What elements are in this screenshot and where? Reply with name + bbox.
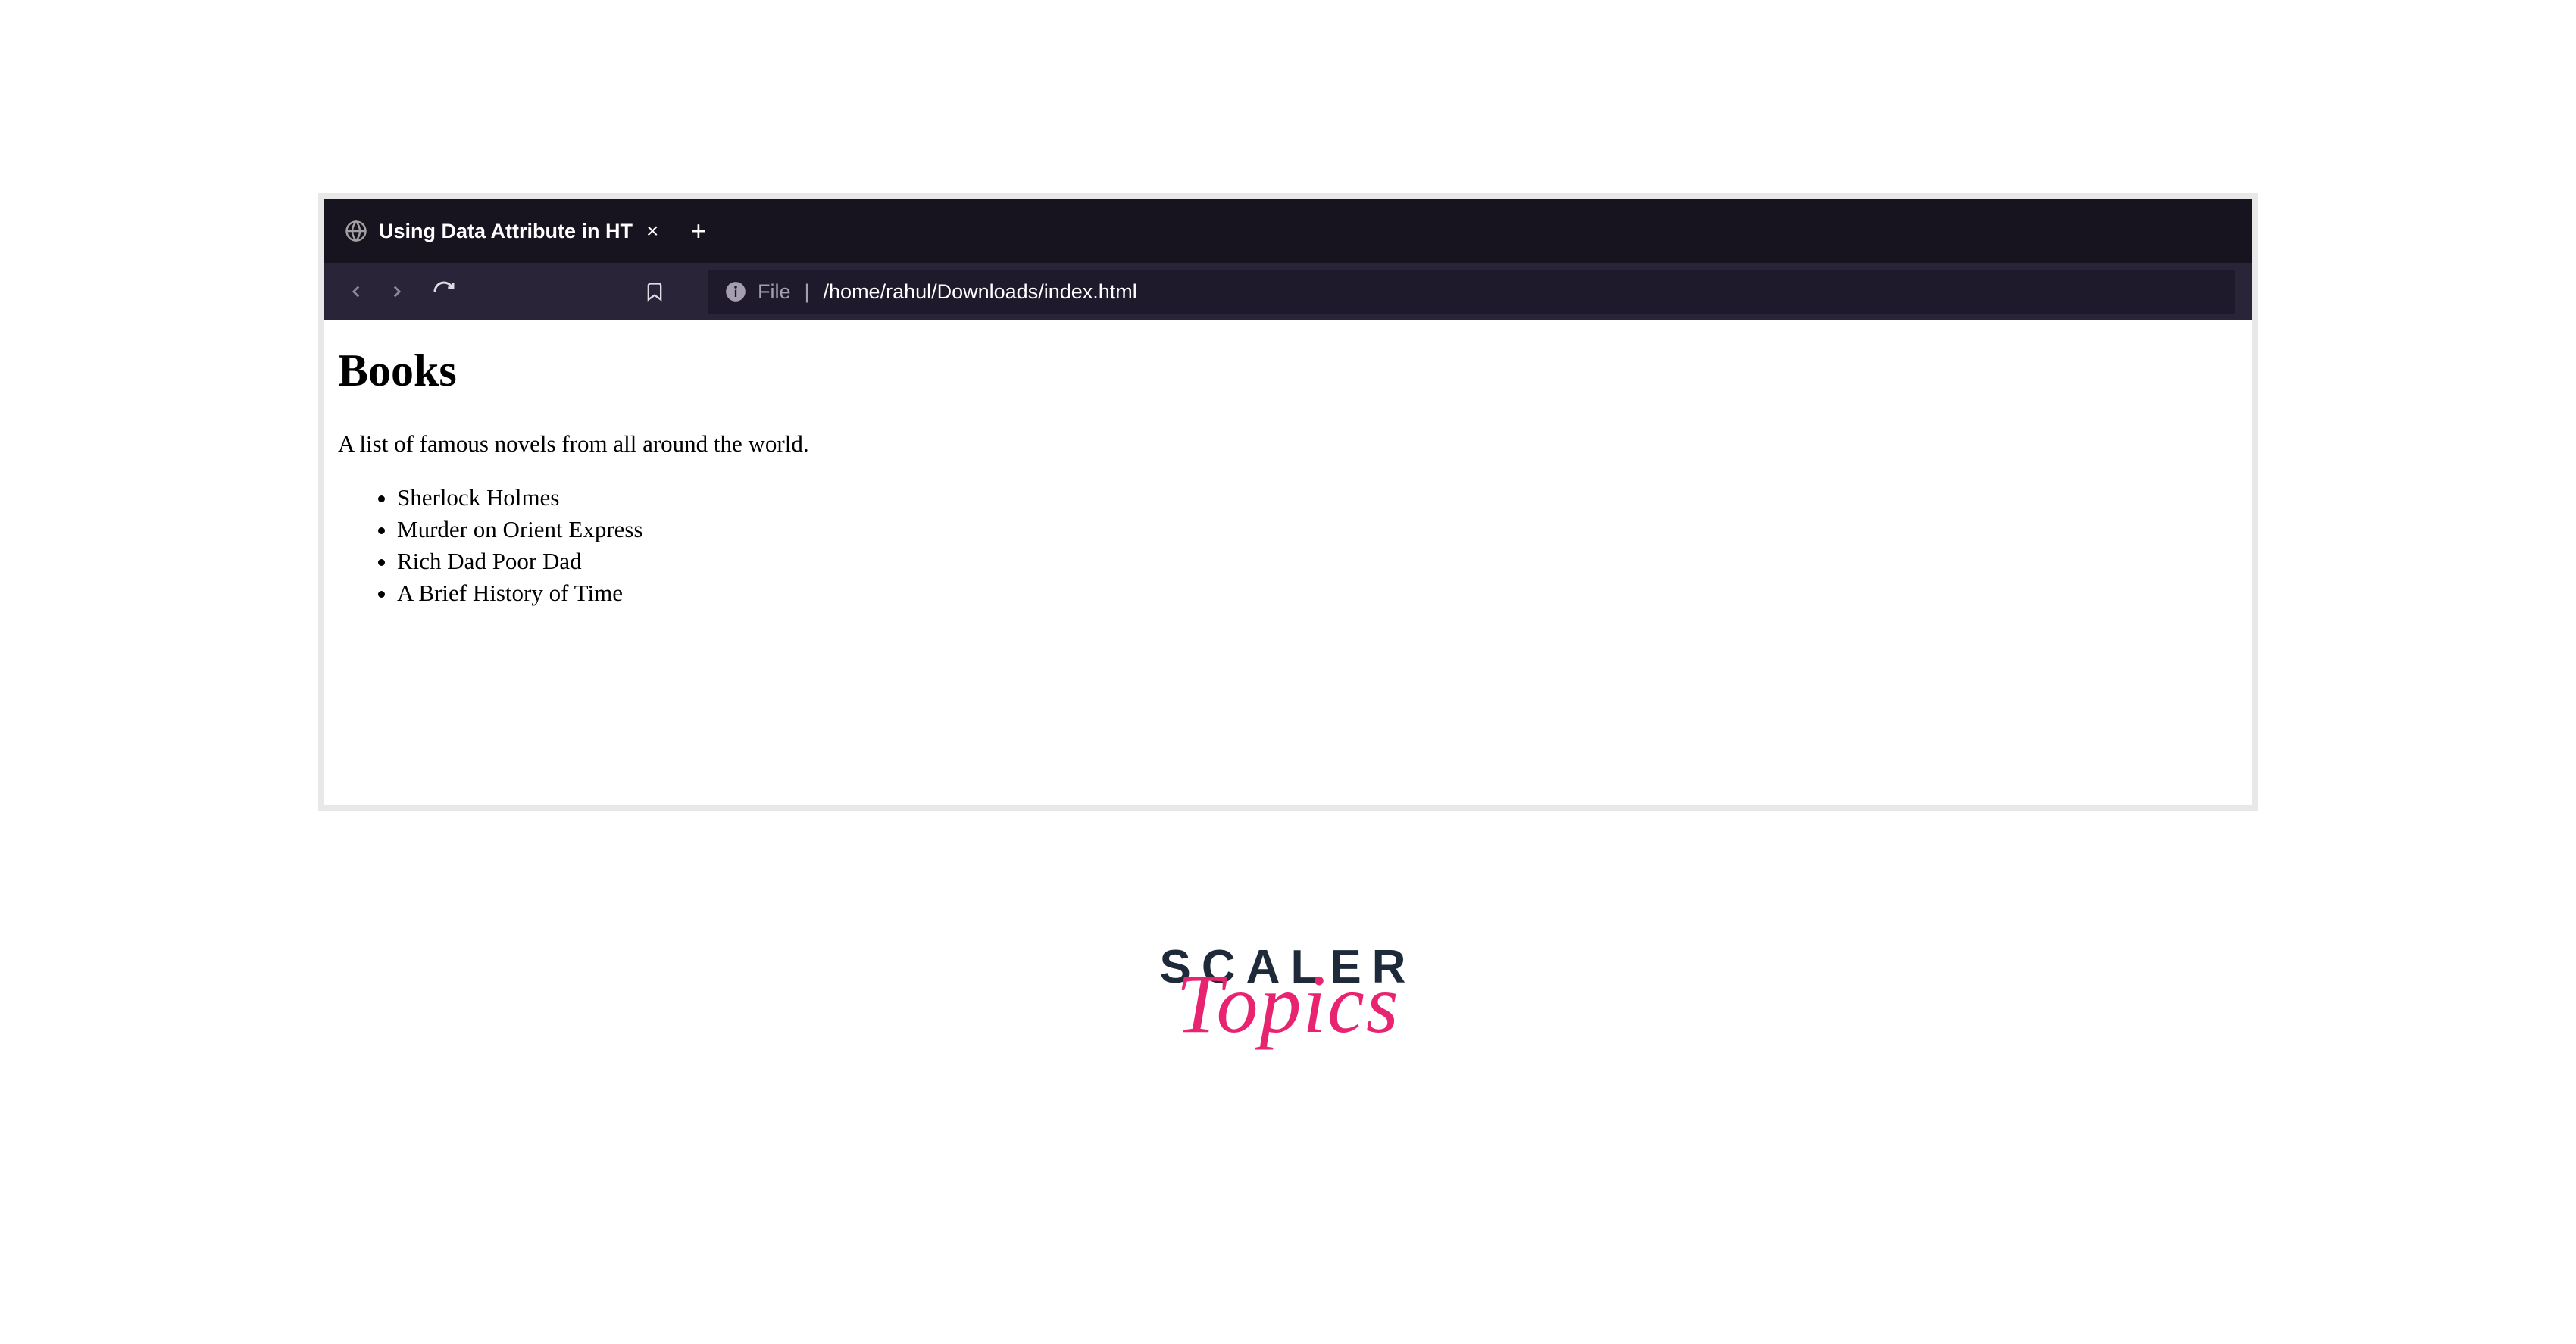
bookmark-button[interactable] [639,277,670,307]
url-separator: | [805,280,810,304]
browser-window: Using Data Attribute in HT × + [318,193,2258,811]
url-path: /home/rahul/Downloads/index.html [824,280,1137,304]
back-button[interactable] [341,277,371,307]
globe-icon [344,219,368,243]
tab-title: Using Data Attribute in HT [379,220,633,243]
scaler-logo: SCALER Topics [1160,940,1417,1042]
logo-subtitle-text: Topics [1160,967,1417,1042]
list-item: Sherlock Holmes [397,482,2238,514]
close-tab-button[interactable]: × [646,219,658,243]
list-item: Murder on Orient Express [397,514,2238,545]
address-bar[interactable]: File | /home/rahul/Downloads/index.html [708,270,2235,314]
forward-button[interactable] [382,277,412,307]
page-heading: Books [338,345,2238,397]
book-list: Sherlock Holmes Murder on Orient Express… [338,482,2238,608]
info-icon [724,280,747,303]
reload-button[interactable] [429,277,459,307]
list-item: Rich Dad Poor Dad [397,545,2238,577]
browser-toolbar: File | /home/rahul/Downloads/index.html [324,263,2252,320]
browser-tab-bar: Using Data Attribute in HT × + [324,199,2252,263]
url-protocol: File [758,280,791,304]
list-item: A Brief History of Time [397,577,2238,609]
page-content: Books A list of famous novels from all a… [324,320,2252,805]
new-tab-button[interactable]: + [672,215,724,247]
page-description: A list of famous novels from all around … [338,430,2238,458]
browser-tab[interactable]: Using Data Attribute in HT × [330,205,672,257]
